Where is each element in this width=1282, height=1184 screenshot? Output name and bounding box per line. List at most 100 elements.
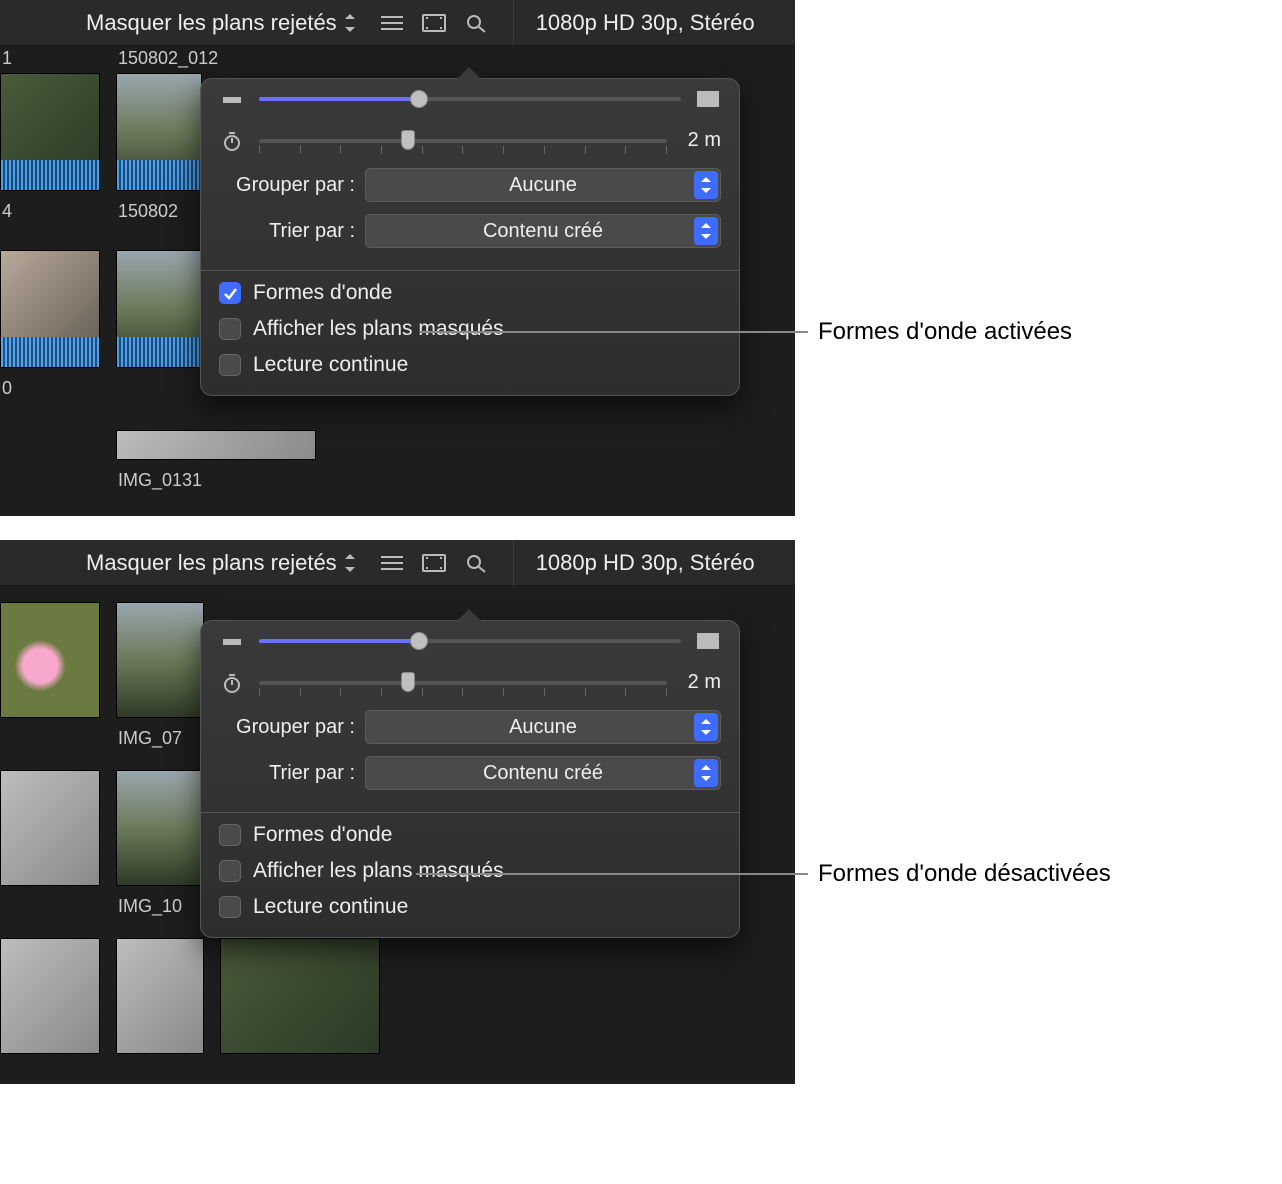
clip-thumbnail[interactable]: [116, 602, 204, 718]
duration-value: 2 m: [681, 129, 721, 152]
checkbox-unchecked-icon[interactable]: [219, 318, 241, 340]
clip-appearance-popover: 2 m Grouper par : Aucune Trier par : Con…: [200, 620, 740, 938]
toolbar-icons: [379, 552, 489, 574]
continuous-play-checkbox-label: Lecture continue: [253, 895, 408, 919]
clip-large-icon: [695, 89, 721, 109]
clip-large-icon: [695, 631, 721, 651]
callout-text: Formes d'onde désactivées: [818, 860, 1111, 888]
checkbox-unchecked-icon[interactable]: [219, 896, 241, 918]
continuous-play-checkbox-row[interactable]: Lecture continue: [201, 889, 739, 937]
callout-line: [416, 873, 808, 875]
clip-thumbnail[interactable]: [116, 938, 204, 1054]
clip-thumbnail[interactable]: [0, 938, 100, 1054]
clip-thumbnail[interactable]: [0, 602, 100, 718]
updown-arrows-icon: [343, 553, 357, 573]
clip-duration-slider[interactable]: [259, 132, 667, 150]
clip-thumbnail[interactable]: [0, 73, 100, 191]
sort-by-value: Contenu créé: [483, 762, 603, 785]
search-icon[interactable]: [463, 552, 489, 574]
waveform-icon: [1, 160, 99, 190]
continuous-play-checkbox-label: Lecture continue: [253, 353, 408, 377]
group-by-select[interactable]: Aucune: [365, 710, 721, 744]
clip-height-slider[interactable]: [259, 632, 681, 650]
clip-thumbnail[interactable]: [220, 938, 380, 1054]
clip-label: 4: [0, 191, 100, 222]
sort-by-row: Trier par : Contenu créé: [201, 750, 739, 804]
list-view-icon[interactable]: [379, 12, 405, 34]
popover-separator: [201, 270, 739, 271]
clip-label: IMG_07: [116, 718, 204, 749]
sort-by-select[interactable]: Contenu créé: [365, 756, 721, 790]
sort-by-label: Trier par :: [219, 762, 355, 785]
select-arrows-icon: [694, 759, 718, 787]
clip-height-slider-row: [201, 79, 739, 119]
clip-duration-slider-row: 2 m: [201, 119, 739, 162]
toolbar: Masquer les plans rejetés 1080p HD 30p, …: [0, 0, 795, 46]
list-view-icon[interactable]: [379, 552, 405, 574]
toolbar-divider: [513, 540, 514, 586]
filter-popup[interactable]: Masquer les plans rejetés: [16, 550, 357, 576]
sort-by-label: Trier par :: [219, 220, 355, 243]
callout-text: Formes d'onde activées: [818, 318, 1072, 346]
group-by-row: Grouper par : Aucune: [201, 162, 739, 208]
slider-thumb-icon[interactable]: [401, 130, 415, 150]
sort-by-value: Contenu créé: [483, 220, 603, 243]
clip-thumbnail[interactable]: [116, 770, 204, 886]
callout-line: [420, 331, 808, 333]
duration-value: 2 m: [681, 671, 721, 694]
clip-label: IMG_10: [116, 886, 204, 917]
clip-thumbnail[interactable]: [116, 430, 316, 460]
clip-thumbnail[interactable]: [0, 250, 100, 368]
checkbox-unchecked-icon[interactable]: [219, 824, 241, 846]
waveform-icon: [1, 337, 99, 367]
group-by-select[interactable]: Aucune: [365, 168, 721, 202]
callout-waveforms-on: Formes d'onde activées: [420, 318, 1072, 346]
waveforms-checkbox-label: Formes d'onde: [253, 823, 392, 847]
search-icon[interactable]: [463, 12, 489, 34]
clip-height-slider-row: [201, 621, 739, 661]
clip-label: IMG_0131: [116, 460, 316, 491]
select-arrows-icon: [694, 171, 718, 199]
clip-thumbnail[interactable]: [0, 770, 100, 886]
group-by-label: Grouper par :: [219, 716, 355, 739]
select-arrows-icon: [694, 217, 718, 245]
clip-duration-slider[interactable]: [259, 674, 667, 692]
checkbox-checked-icon[interactable]: [219, 282, 241, 304]
toolbar-icons: [379, 12, 489, 34]
updown-arrows-icon: [343, 13, 357, 33]
toolbar-divider: [513, 0, 514, 46]
continuous-play-checkbox-row[interactable]: Lecture continue: [201, 347, 739, 395]
filter-popup[interactable]: Masquer les plans rejetés: [16, 10, 357, 36]
group-by-value: Aucune: [509, 716, 577, 739]
clip-small-icon: [219, 631, 245, 651]
filter-popup-label: Masquer les plans rejetés: [86, 10, 337, 36]
browser-panel-waveforms-on: Masquer les plans rejetés 1080p HD 30p, …: [0, 0, 795, 516]
group-by-label: Grouper par :: [219, 174, 355, 197]
media-format-info: 1080p HD 30p, Stéréo: [530, 10, 755, 36]
clip-appearance-popover: 2 m Grouper par : Aucune Trier par : Con…: [200, 78, 740, 396]
select-arrows-icon: [694, 713, 718, 741]
checkbox-unchecked-icon[interactable]: [219, 860, 241, 882]
clip-thumbnail[interactable]: [116, 73, 202, 191]
toolbar: Masquer les plans rejetés 1080p HD 30p, …: [0, 540, 795, 586]
sort-by-select[interactable]: Contenu créé: [365, 214, 721, 248]
waveforms-checkbox-row[interactable]: Formes d'onde: [201, 817, 739, 853]
slider-thumb-icon[interactable]: [410, 632, 428, 650]
clip-duration-slider-row: 2 m: [201, 661, 739, 704]
stopwatch-icon: [219, 673, 245, 693]
callout-waveforms-off: Formes d'onde désactivées: [416, 860, 1111, 888]
popover-separator: [201, 812, 739, 813]
waveforms-checkbox-row[interactable]: Formes d'onde: [201, 275, 739, 311]
sort-by-row: Trier par : Contenu créé: [201, 208, 739, 262]
clip-thumbnail[interactable]: [116, 250, 202, 368]
slider-thumb-icon[interactable]: [410, 90, 428, 108]
checkbox-unchecked-icon[interactable]: [219, 354, 241, 376]
waveform-icon: [117, 160, 201, 190]
filmstrip-icon[interactable]: [421, 552, 447, 574]
media-format-info: 1080p HD 30p, Stéréo: [530, 550, 755, 576]
filmstrip-icon[interactable]: [421, 12, 447, 34]
slider-thumb-icon[interactable]: [401, 672, 415, 692]
clip-height-slider[interactable]: [259, 90, 681, 108]
group-by-row: Grouper par : Aucune: [201, 704, 739, 750]
clip-label: 1: [0, 46, 100, 73]
